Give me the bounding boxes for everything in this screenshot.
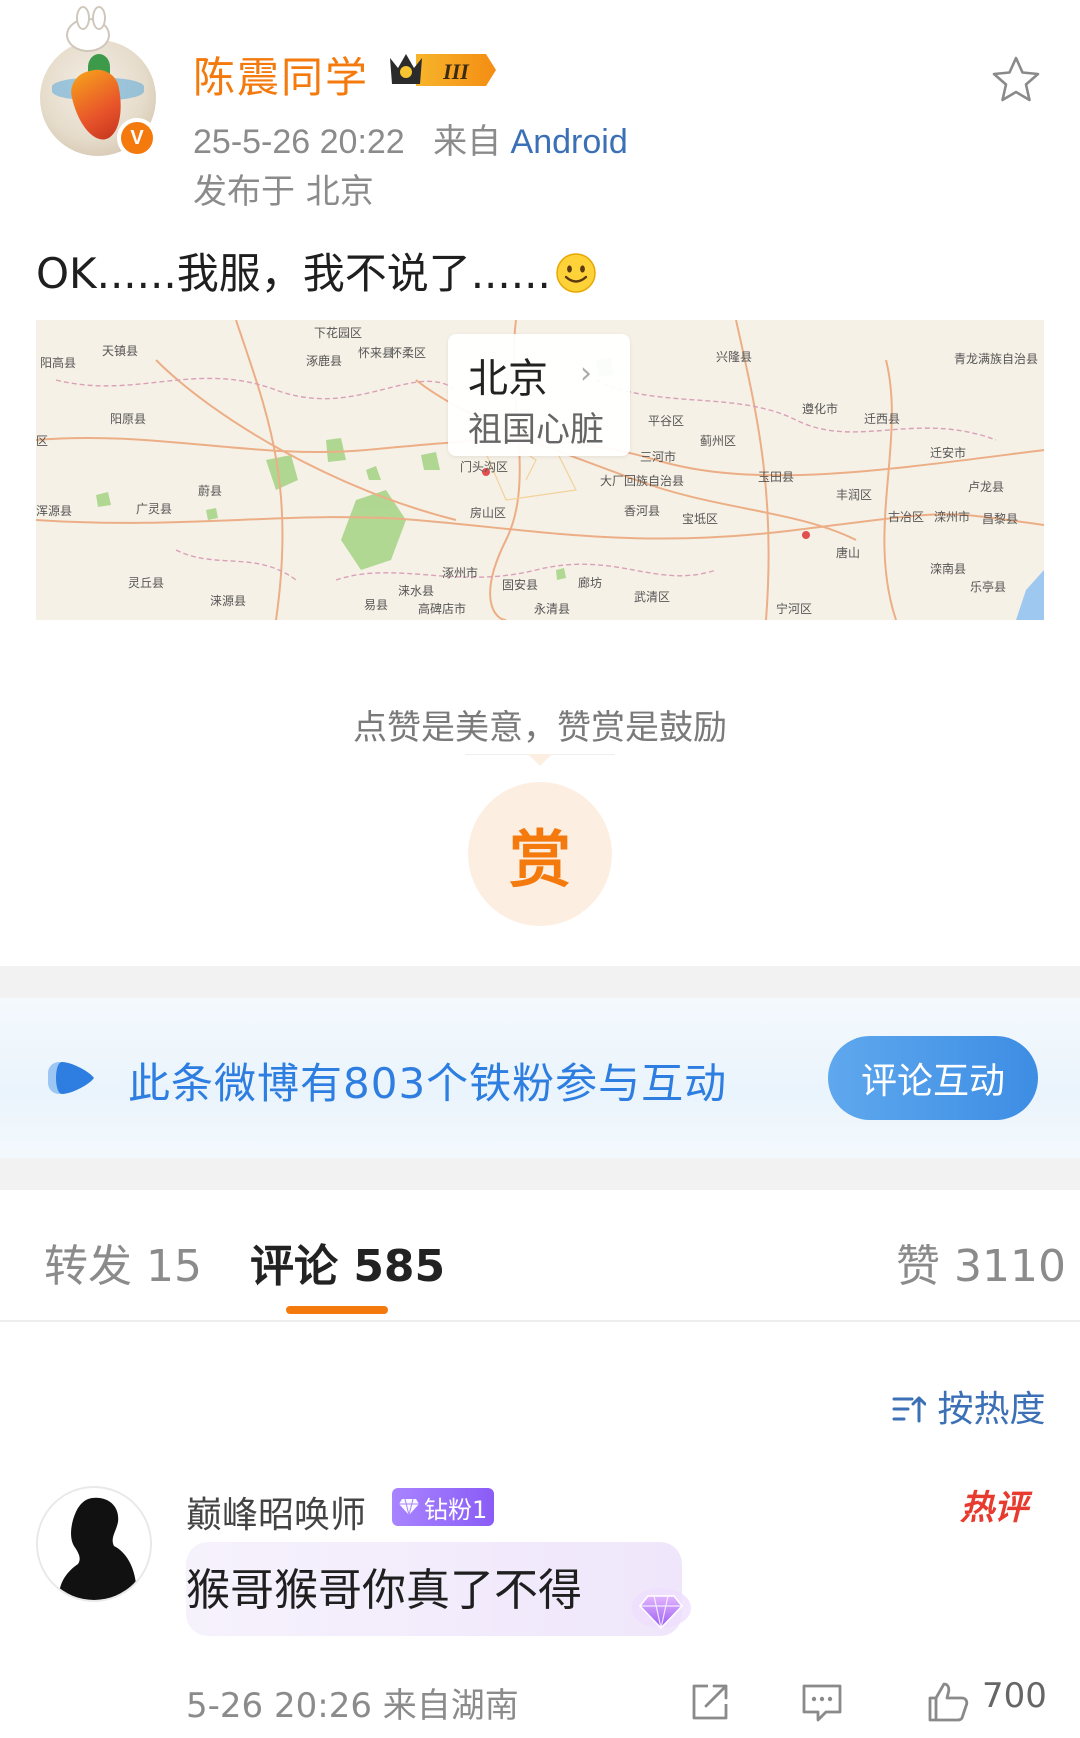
map-label: 固安县 [502,578,539,592]
map-label: 涞水县 [398,584,435,598]
reward-slogan: 点赞是美意，赞赏是鼓励 [353,708,727,748]
map-label: 平谷区 [648,414,685,428]
map-label: 阳高县 [40,356,77,370]
map-label: 涿州市 [442,566,479,580]
post-text: OK......我服，我不说了...... [36,240,597,301]
map-label: 宁河区 [776,602,813,616]
map-label: 唐山 [836,546,861,560]
map-label: 滦南县 [930,562,967,576]
section-divider [0,1158,1080,1190]
map-label: 区 [36,434,49,448]
post-datetime: 25-5-26 20:22 [193,123,405,161]
map-subtitle: 祖国心脏 [468,410,604,450]
map-label: 蔚县 [198,484,223,498]
post-location: 发布于 北京 [193,172,374,212]
fan-level-text: 钻粉1 [424,1495,488,1524]
map-label: 广灵县 [136,502,173,516]
tab-repost[interactable]: 转发 15 [44,1230,202,1294]
reply-comment-icon[interactable] [800,1680,844,1724]
map-label: 滦州市 [934,510,971,524]
map-label: 浑源县 [36,504,73,518]
fans-text: 此条微博有803个铁粉参与互动 [128,1059,728,1108]
reward-pointer-icon [528,754,552,766]
map-label: 昌黎县 [982,512,1019,526]
reward-button[interactable]: 赏 [468,782,612,926]
map-label: 宝坻区 [682,512,719,526]
post-tabs: 转发 15 评论 585 赞 3110 [0,1190,1080,1322]
map-label: 廊坊 [578,576,603,590]
map-label: 蓟州区 [700,434,737,448]
map-label: 易县 [364,598,389,612]
map-label: 涿鹿县 [306,354,343,368]
map-label: 大厂回族自治县 [600,474,685,488]
map-label: 灵丘县 [128,576,165,590]
commenter-avatar[interactable] [36,1486,152,1602]
author-name[interactable]: 陈震同学 [193,44,369,105]
member-crown-badge-icon[interactable]: III [386,48,500,92]
map-label: 高碑店市 [418,602,467,616]
fans-interaction-banner: 此条微博有803个铁粉参与互动 评论互动 [0,998,1080,1158]
comment-text: 猴哥猴哥你真了不得 [186,1565,582,1616]
map-city: 北京 [468,356,548,402]
active-tab-indicator [286,1306,388,1314]
fan-level-badge[interactable]: 钻粉1 [392,1488,494,1526]
map-label: 古冶区 [888,510,925,524]
map-label: 迁安市 [930,446,967,460]
map-label: 遵化市 [802,402,839,416]
map-label: 乐亭县 [970,580,1007,594]
map-location-card[interactable]: 北京 › 祖国心脏 [448,334,630,456]
share-icon[interactable] [688,1680,732,1724]
map-label: 迁西县 [864,412,901,426]
post-source[interactable]: Android [511,123,628,161]
map-label: 武清区 [634,590,671,604]
sort-label: 按热度 [937,1389,1046,1430]
commenter-name[interactable]: 巅峰昭唤师 [186,1486,366,1538]
map-label: 房山区 [470,506,507,520]
post-meta: 25-5-26 20:22 来自 Android [193,114,628,163]
level-text: III [442,59,470,84]
silhouette-icon [59,1497,136,1600]
map-label: 阳原县 [110,412,147,426]
sort-icon [892,1396,927,1423]
comment-interaction-button[interactable]: 评论互动 [828,1036,1038,1120]
location-map[interactable]: 阳高县 天镇县 阳原县 下花园区 怀来县 涿鹿县 蔚县 广灵县 灵丘县 涞源县 … [36,320,1044,620]
from-prefix: 来自 [433,123,502,161]
comment-meta: 5-26 20:26 来自湖南 [186,1686,519,1726]
map-label: 门头沟区 [460,460,509,474]
diamond-icon [399,1498,419,1516]
hot-comment-tag: 热评 [960,1488,1028,1528]
map-label: 兴隆县 [716,350,753,364]
map-label: 永清县 [534,602,571,616]
map-label: 怀柔区 [390,346,427,360]
map-label: 下花园区 [314,326,363,340]
map-label: 玉田县 [758,470,795,484]
map-label: 天镇县 [102,344,139,358]
post-text-content: OK......我服，我不说了...... [36,249,551,298]
map-label: 三河市 [640,450,677,464]
fans-play-icon [48,1062,94,1094]
tab-comments[interactable]: 评论 585 [250,1230,445,1294]
bunny-pendant-icon [66,6,110,52]
sort-by-hot-button[interactable]: 按热度 [892,1380,1045,1432]
comment-like-count: 700 [982,1676,1047,1716]
map-label: 丰润区 [836,488,873,502]
tab-likes[interactable]: 赞 3110 [896,1230,1066,1294]
map-label: 怀来县 [358,346,395,360]
favorite-star-icon[interactable] [990,54,1042,106]
section-divider [0,966,1080,998]
verified-v-icon: V [117,118,157,158]
map-label: 涞源县 [210,594,247,608]
post-header: V 陈震同学 III 25-5-26 20:22 来自 Android 发布于 … [0,0,1080,215]
map-label: 卢龙县 [968,480,1005,494]
map-label: 香河县 [624,504,661,518]
chevron-right-icon: › [580,356,592,391]
diamond-decoration-icon [631,1588,691,1630]
map-label: 青龙满族自治县 [954,352,1039,366]
smile-emoji-icon [556,253,596,293]
like-thumb-icon[interactable] [926,1680,970,1724]
